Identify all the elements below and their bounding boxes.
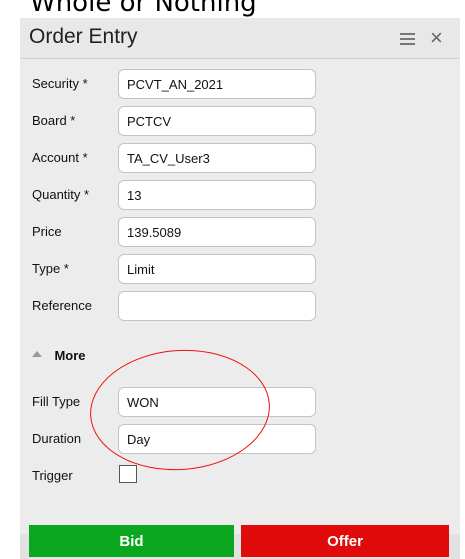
offer-button[interactable]: Offer [241,525,449,557]
security-row: Security * [20,69,460,99]
security-input[interactable] [118,69,316,99]
reference-input[interactable] [118,291,316,321]
price-label: Price [32,224,62,239]
board-input[interactable] [118,106,316,136]
order-form: Security * Board * Account * Quantity * … [20,59,460,534]
type-row: Type * [20,254,460,284]
panel-header: Order Entry × [20,18,460,59]
panel-title: Order Entry [29,25,138,48]
duration-label: Duration [32,431,82,446]
quantity-label: Quantity * [32,187,90,202]
account-input[interactable] [118,143,316,173]
trigger-row: Trigger [20,461,460,491]
price-row: Price [20,217,460,247]
price-input[interactable] [118,217,316,247]
trigger-checkbox[interactable] [119,465,137,483]
close-icon[interactable]: × [430,26,443,50]
hamburger-icon[interactable] [400,33,415,45]
security-label: Security * [32,76,88,91]
more-toggle[interactable]: More [32,347,86,367]
quantity-input[interactable] [118,180,316,210]
page-caption: Whole or Nothing [30,0,257,18]
type-label: Type * [32,261,69,276]
duration-input[interactable] [118,424,316,454]
duration-row: Duration [20,424,460,454]
fill-type-label: Fill Type [32,394,81,409]
bid-button[interactable]: Bid [29,525,234,557]
board-label: Board * [32,113,76,128]
reference-label: Reference [32,298,92,313]
caret-up-icon [32,350,42,357]
account-row: Account * [20,143,460,173]
type-input[interactable] [118,254,316,284]
fill-type-row: Fill Type [20,387,460,417]
fill-type-input[interactable] [118,387,316,417]
order-entry-panel: Order Entry × Security * Board * Account… [20,18,460,559]
trigger-label: Trigger [32,468,73,483]
quantity-row: Quantity * [20,180,460,210]
account-label: Account * [32,150,88,165]
more-label: More [54,348,86,363]
reference-row: Reference [20,291,460,321]
board-row: Board * [20,106,460,136]
